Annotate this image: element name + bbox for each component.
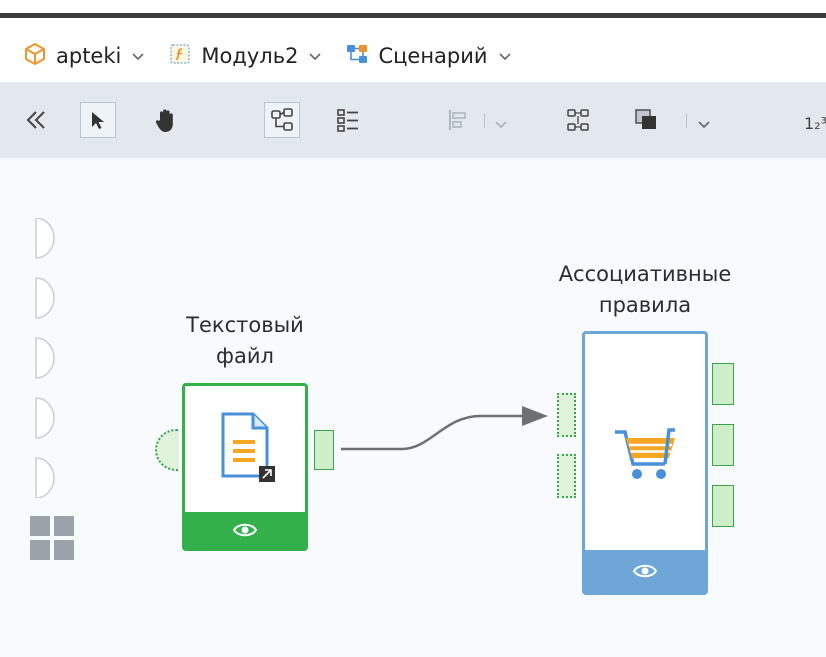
- select-tool-button[interactable]: [80, 102, 116, 138]
- node-label-line: Ассоциативные: [558, 262, 732, 286]
- chevron-down-icon[interactable]: [131, 47, 145, 66]
- list-icon: [337, 109, 358, 132]
- numbering-label: 1₂³: [804, 114, 826, 133]
- node-footer[interactable]: [185, 512, 305, 548]
- breadcrumb-label: Сценарий: [378, 44, 488, 68]
- node-input-port[interactable]: [557, 393, 576, 437]
- pan-tool-button[interactable]: [148, 102, 184, 138]
- toolbar-separator: [686, 114, 687, 128]
- align-button[interactable]: [440, 102, 476, 138]
- node-label-line: файл: [216, 344, 274, 368]
- align-left-icon: [449, 110, 466, 130]
- cursor-arrow-icon: [92, 112, 104, 129]
- diagram-view-button[interactable]: [264, 102, 300, 138]
- top-divider: [0, 13, 826, 18]
- node-footer[interactable]: [585, 550, 705, 592]
- module-icon: [167, 41, 193, 71]
- collapse-panel-button[interactable]: [18, 102, 54, 138]
- hand-icon: [155, 109, 173, 132]
- node-input-port[interactable]: [557, 454, 576, 498]
- toolbar-separator: [484, 114, 485, 128]
- chevron-down-icon[interactable]: [498, 47, 512, 66]
- arrange-button[interactable]: [628, 102, 664, 138]
- eye-icon: [632, 564, 658, 578]
- text-file-icon: [217, 410, 277, 488]
- toolbar: 1₂³: [0, 82, 826, 158]
- node-label-line: Текстовый: [186, 313, 304, 337]
- scenario-canvas[interactable]: Текстовый файл Ассоциативные правила: [0, 158, 826, 657]
- auto-layout-button[interactable]: [560, 102, 596, 138]
- bring-to-front-icon: [635, 109, 656, 129]
- diagram-icon: [271, 108, 293, 131]
- eye-icon: [232, 523, 258, 537]
- align-dropdown-button[interactable]: [494, 115, 508, 134]
- node-label: Ассоциативные правила: [520, 259, 770, 321]
- node-association-rules[interactable]: [582, 331, 708, 595]
- node-output-port[interactable]: [712, 363, 734, 405]
- scenario-icon: [344, 41, 370, 71]
- node-label: Текстовый файл: [150, 310, 340, 372]
- chevron-down-icon[interactable]: [308, 47, 322, 66]
- breadcrumb-item-scenario[interactable]: Сценарий: [344, 41, 511, 71]
- arrange-dropdown-button[interactable]: [697, 115, 711, 134]
- shopping-cart-icon: [613, 426, 679, 488]
- breadcrumb-item-package[interactable]: apteki: [22, 41, 145, 71]
- numbering-button[interactable]: 1₂³: [800, 106, 826, 136]
- list-view-button[interactable]: [330, 102, 366, 138]
- layout-grid-icon: [567, 109, 589, 131]
- double-chevron-left-icon: [26, 111, 45, 129]
- breadcrumb-item-module[interactable]: Модуль2: [167, 41, 322, 71]
- chevron-down-icon: [495, 121, 507, 129]
- chevron-down-icon: [698, 121, 710, 129]
- node-label-line: правила: [598, 293, 692, 317]
- node-output-port[interactable]: [314, 430, 334, 470]
- breadcrumb-label: Модуль2: [201, 44, 299, 68]
- breadcrumb-label: apteki: [56, 44, 122, 68]
- package-icon: [22, 41, 48, 71]
- node-output-port[interactable]: [712, 485, 734, 527]
- node-output-port[interactable]: [712, 424, 734, 466]
- window-top-bar: [0, 0, 826, 20]
- node-text-file[interactable]: [182, 383, 308, 551]
- breadcrumb: apteki Модуль2 Сценарий: [0, 32, 826, 80]
